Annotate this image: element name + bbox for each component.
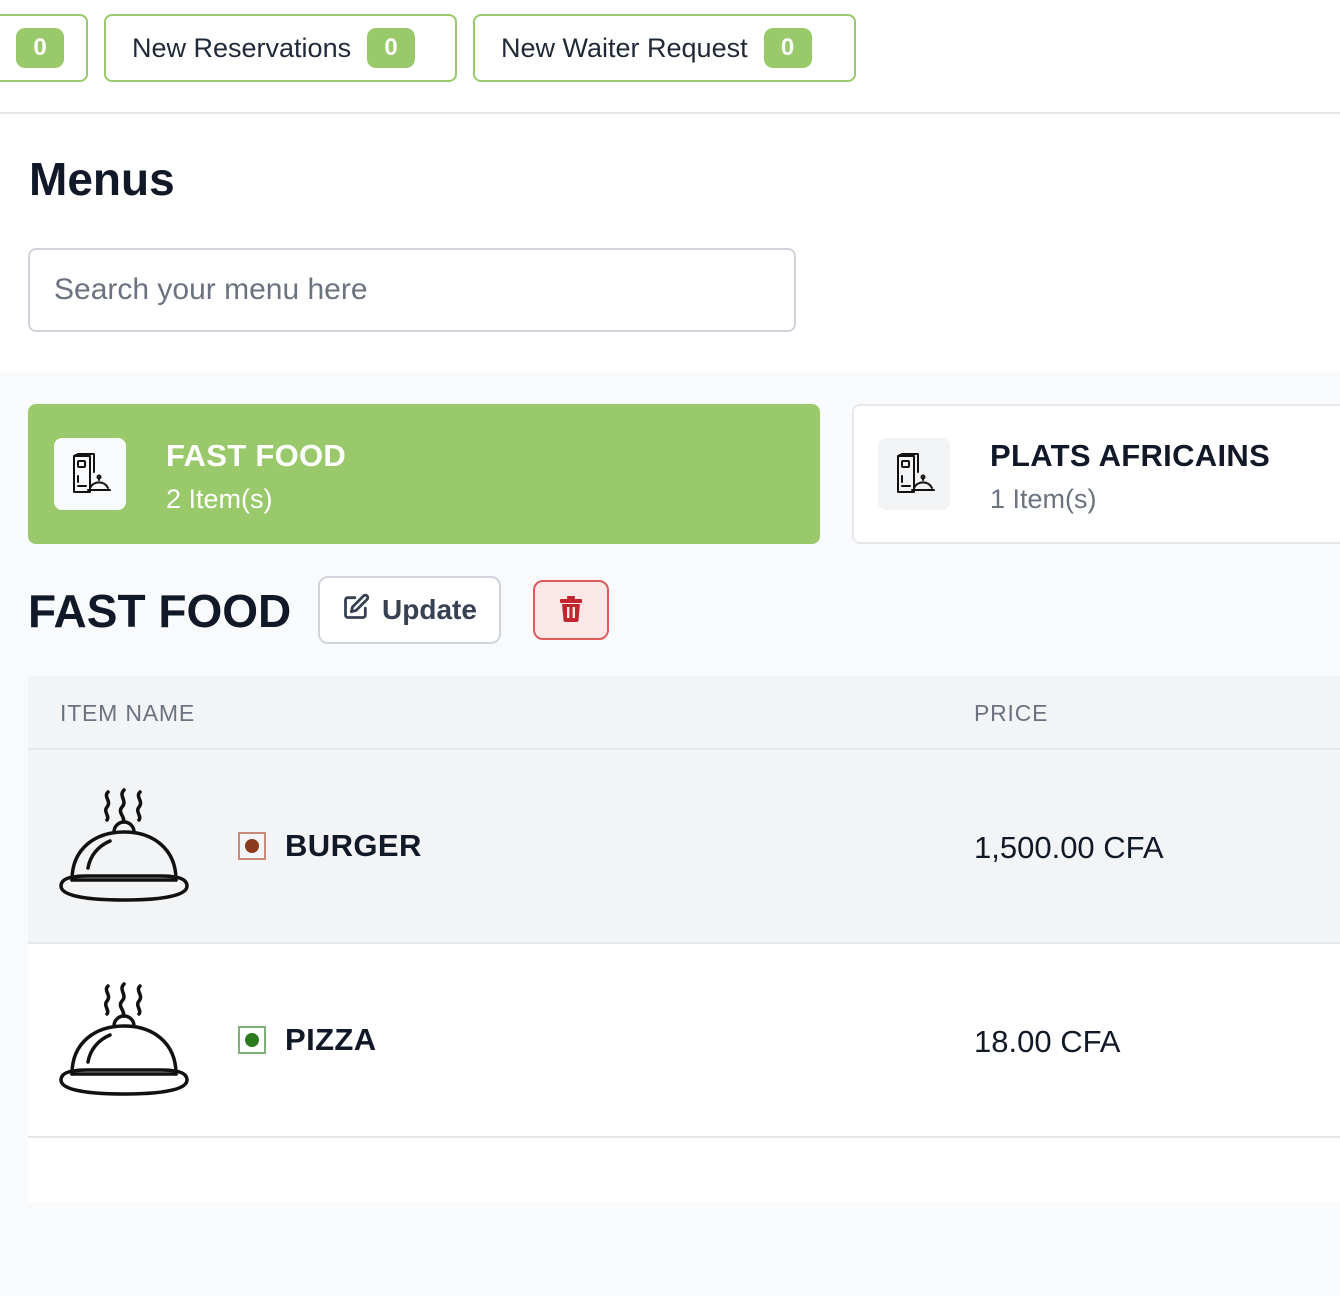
page-title: Menus bbox=[29, 153, 175, 205]
edit-icon bbox=[342, 593, 370, 628]
column-header-item-name: ITEM NAME bbox=[60, 700, 195, 726]
cloche-icon bbox=[59, 982, 189, 1096]
column-header-price: PRICE bbox=[974, 700, 1049, 726]
category-item-count: 1 Item(s) bbox=[990, 484, 1097, 514]
category-card-fast-food[interactable]: FAST FOOD 2 Item(s) bbox=[28, 404, 820, 544]
menu-panel: FAST FOOD 2 Item(s) PLATS AFRICAINS 1 It… bbox=[0, 372, 1340, 1296]
menu-book-icon bbox=[54, 438, 126, 510]
pill-label: New Reservations bbox=[132, 32, 352, 63]
notification-bar: 0 New Reservations 0 New Waiter Request … bbox=[0, 0, 1340, 114]
section-title: FAST FOOD bbox=[28, 585, 292, 637]
category-name: FAST FOOD bbox=[166, 438, 347, 473]
cloche-icon bbox=[59, 788, 189, 902]
count-badge: 0 bbox=[16, 28, 64, 68]
count-badge: 0 bbox=[763, 28, 812, 68]
category-card-plats-africains[interactable]: PLATS AFRICAINS 1 Item(s) bbox=[852, 404, 1340, 544]
menu-items-table: ITEM NAME PRICE BURGER 1,500.00 CFA PIZZ… bbox=[28, 676, 1340, 1202]
item-price: 18.00 CFA bbox=[974, 1024, 1121, 1059]
notification-pill-waiter-request[interactable]: New Waiter Request 0 bbox=[473, 14, 856, 82]
category-name: PLATS AFRICAINS bbox=[990, 438, 1271, 473]
category-item-count: 2 Item(s) bbox=[166, 484, 273, 514]
update-button-label: Update bbox=[382, 594, 477, 625]
food-type-indicator bbox=[238, 832, 266, 860]
menu-book-icon bbox=[878, 438, 950, 510]
item-price: 1,500.00 CFA bbox=[974, 830, 1164, 865]
update-button[interactable]: Update bbox=[318, 576, 501, 644]
table-row[interactable]: BURGER 1,500.00 CFA bbox=[28, 750, 1340, 944]
food-type-indicator bbox=[238, 1026, 266, 1054]
table-row[interactable]: PIZZA 18.00 CFA bbox=[28, 944, 1340, 1138]
delete-button[interactable] bbox=[533, 580, 609, 640]
notification-pill-reservations[interactable]: New Reservations 0 bbox=[104, 14, 457, 82]
pill-label: New Waiter Request bbox=[501, 32, 748, 63]
item-name: PIZZA bbox=[285, 1022, 377, 1057]
trash-icon bbox=[559, 595, 583, 625]
notification-pill-orders[interactable]: 0 bbox=[0, 14, 88, 82]
item-name: BURGER bbox=[285, 828, 422, 863]
search-input[interactable] bbox=[28, 248, 796, 332]
count-badge: 0 bbox=[367, 28, 416, 68]
table-header: ITEM NAME PRICE bbox=[28, 676, 1340, 750]
